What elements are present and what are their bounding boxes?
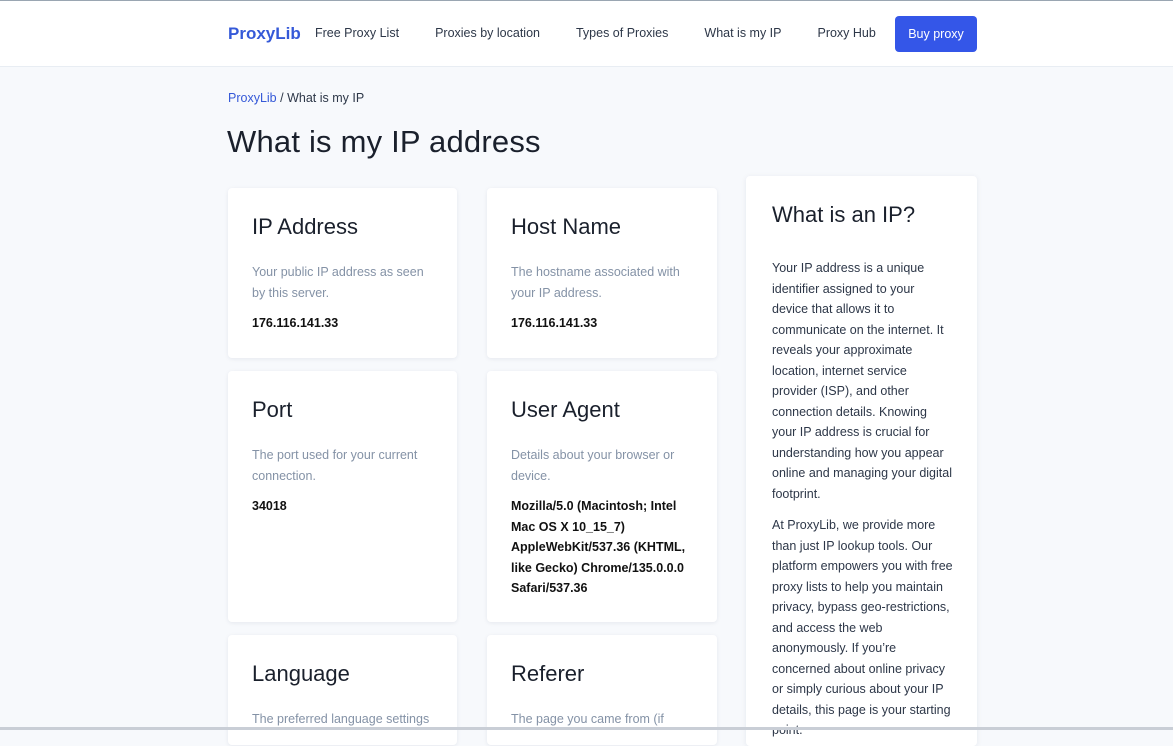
breadcrumb-home-link[interactable]: ProxyLib: [228, 91, 277, 105]
host-name-card: Host Name The hostname associated with y…: [487, 188, 717, 358]
nav-proxies-by-location[interactable]: Proxies by location: [435, 26, 540, 40]
ip-address-card: IP Address Your public IP address as see…: [228, 188, 457, 358]
what-is-ip-sidebar: What is an IP? Your IP address is a uniq…: [746, 176, 977, 746]
card-description: The hostname associated with your IP add…: [511, 265, 680, 300]
card-title: Language: [252, 661, 350, 686]
port-value: 34018: [252, 499, 287, 513]
nav-what-is-my-ip[interactable]: What is my IP: [704, 26, 781, 40]
site-logo[interactable]: ProxyLib: [228, 24, 301, 44]
user-agent-card: User Agent Details about your browser or…: [487, 371, 717, 622]
host-name-value: 176.116.141.33: [511, 316, 598, 330]
sidebar-paragraph: At ProxyLib, we provide more than just I…: [772, 518, 953, 737]
card-title: User Agent: [511, 397, 620, 422]
port-card: Port The port used for your current conn…: [228, 371, 457, 622]
card-description: Your public IP address as seen by this s…: [252, 265, 424, 300]
card-title: Port: [252, 397, 293, 422]
card-description: The port used for your current connectio…: [252, 448, 418, 483]
ip-address-value: 176.116.141.33: [252, 316, 339, 330]
nav-types-of-proxies[interactable]: Types of Proxies: [576, 26, 668, 40]
site-header: ProxyLib Free Proxy List Proxies by loca…: [0, 1, 1173, 67]
sidebar-title: What is an IP?: [772, 202, 916, 227]
card-title: IP Address: [252, 214, 358, 239]
card-title: Host Name: [511, 214, 622, 239]
breadcrumb-current: What is my IP: [287, 91, 365, 105]
user-agent-value: Mozilla/5.0 (Macintosh; Intel Mac OS X 1…: [511, 499, 686, 595]
card-title: Referer: [511, 661, 585, 686]
main-nav: Free Proxy List Proxies by location Type…: [315, 26, 912, 40]
nav-free-proxy-list[interactable]: Free Proxy List: [315, 26, 399, 40]
breadcrumb: ProxyLib / What is my IP: [228, 91, 364, 105]
breadcrumb-separator: /: [276, 91, 288, 105]
buy-proxy-button[interactable]: Buy proxy: [895, 16, 977, 52]
sidebar-paragraph: Your IP address is a unique identifier a…: [772, 261, 952, 501]
page-title: What is my IP address: [227, 124, 541, 159]
card-description: Details about your browser or device.: [511, 448, 675, 483]
nav-proxy-hub[interactable]: Proxy Hub: [817, 26, 875, 40]
